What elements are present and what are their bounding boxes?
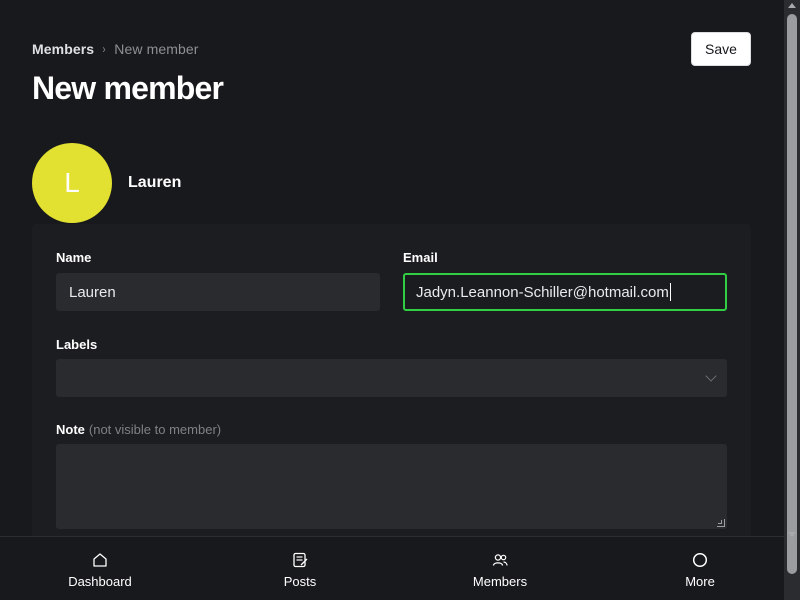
text-caret [669, 283, 671, 301]
more-icon [692, 552, 708, 568]
avatar: L [32, 143, 112, 223]
resize-handle-icon[interactable] [717, 519, 725, 527]
breadcrumb: Members › New member [32, 41, 199, 57]
nav-item-posts[interactable]: Posts [200, 537, 400, 600]
member-form: Name Lauren Email Jadyn.Leannon-Schiller… [32, 224, 751, 564]
nav-item-more[interactable]: More [600, 537, 800, 600]
email-label: Email [403, 250, 438, 265]
nav-label-dashboard: Dashboard [68, 574, 132, 589]
page-title: New member [32, 70, 224, 106]
bottom-nav: Dashboard Posts Members More [0, 536, 784, 600]
nav-label-members: Members [472, 574, 528, 589]
email-field[interactable]: Jadyn.Leannon-Schiller@hotmail.com [403, 273, 727, 311]
scroll-down-arrow-icon[interactable] [788, 532, 796, 537]
labels-select[interactable] [56, 359, 727, 397]
nav-item-dashboard[interactable]: Dashboard [0, 537, 200, 600]
breadcrumb-members-link[interactable]: Members [32, 41, 94, 57]
scroll-thumb[interactable] [787, 14, 797, 574]
note-label-row: Note (not visible to member) [56, 422, 221, 437]
home-icon [93, 553, 107, 567]
posts-icon [293, 552, 308, 568]
nav-label-posts: Posts [283, 574, 317, 589]
note-hint: (not visible to member) [88, 422, 222, 437]
members-icon [492, 554, 508, 566]
breadcrumb-current: New member [114, 41, 199, 57]
scroll-up-arrow-icon[interactable] [788, 3, 796, 8]
vertical-scrollbar[interactable] [784, 0, 800, 600]
nav-item-members[interactable]: Members [400, 537, 600, 600]
chevron-down-icon [705, 370, 717, 382]
name-field-value: Lauren [69, 283, 116, 301]
email-field-value: Jadyn.Leannon-Schiller@hotmail.com [416, 283, 669, 301]
app-viewport: Members › New member New member Save L L… [0, 0, 800, 600]
save-button[interactable]: Save [691, 32, 751, 66]
note-textarea[interactable] [56, 444, 727, 529]
avatar-initial: L [64, 167, 80, 198]
name-field[interactable]: Lauren [56, 273, 380, 311]
chevron-right-icon: › [102, 42, 106, 56]
profile-name: Lauren [128, 174, 182, 191]
name-label: Name [56, 250, 92, 265]
labels-label: Labels [56, 337, 98, 352]
nav-label-more: More [685, 574, 715, 589]
note-label: Note [56, 422, 85, 437]
